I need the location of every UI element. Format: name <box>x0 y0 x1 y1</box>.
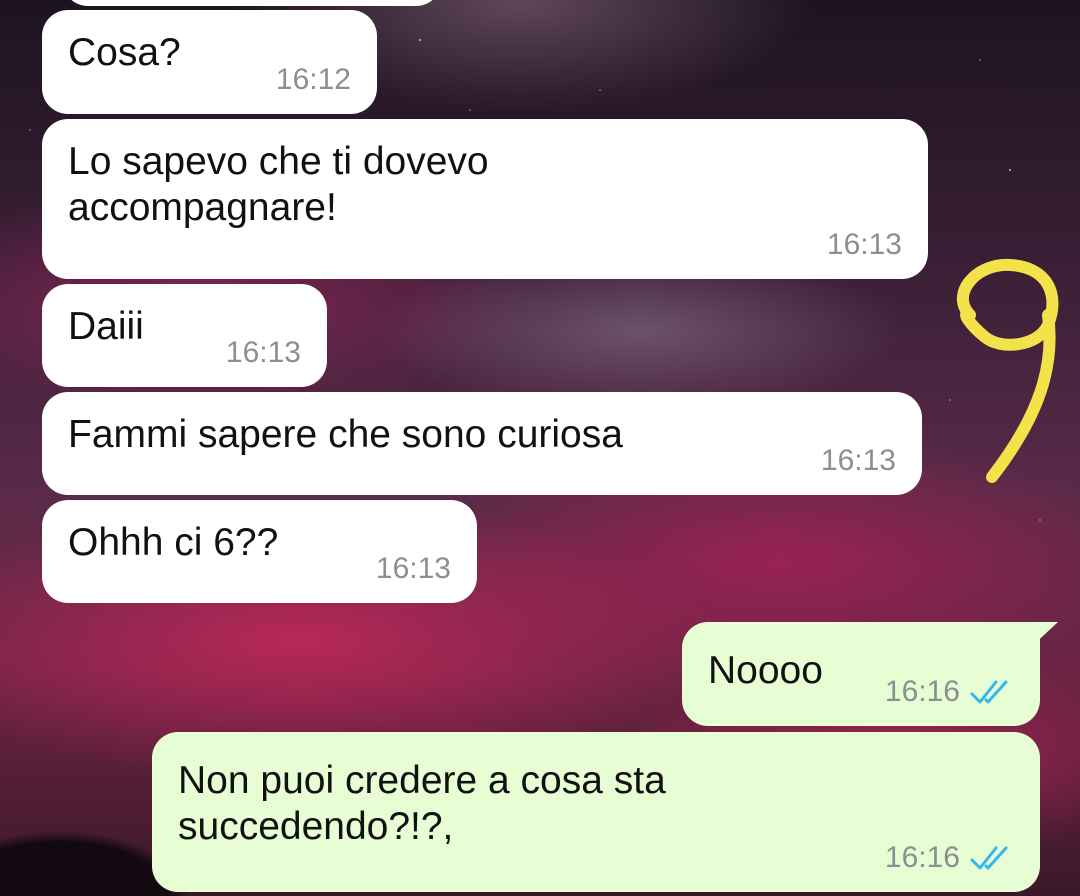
message-bubble-incoming[interactable]: Cosa? 16:12 <box>42 10 377 114</box>
message-time: 16:16 <box>884 841 960 874</box>
message-time: 16:13 <box>225 336 301 369</box>
read-double-check-icon <box>970 846 1008 870</box>
message-bubble-incoming[interactable]: Lo sapevo che ti dovevo accompagnare! 16… <box>42 119 928 279</box>
bubble-tail <box>1028 622 1058 650</box>
hand-drawn-nine-icon <box>956 258 1059 483</box>
message-time: 16:13 <box>375 552 451 585</box>
message-bubble-incoming[interactable]: Fammi sapere che sono curiosa 16:13 <box>42 392 922 495</box>
message-bubble-incoming[interactable]: Ohhh ci 6?? 16:13 <box>42 500 477 603</box>
message-bubble-outgoing[interactable]: Noooo 16:16 <box>682 622 1058 726</box>
previous-message-bubble-edge <box>62 0 442 6</box>
message-time: 16:12 <box>275 63 351 96</box>
message-bubble-incoming[interactable]: Daiii 16:13 <box>42 284 327 387</box>
message-time: 16:16 <box>884 675 960 708</box>
message-text: Non puoi credere a cosa sta succedendo?!… <box>178 759 666 848</box>
message-time: 16:13 <box>820 444 896 477</box>
message-list[interactable]: Cosa? 16:12 Lo sapevo che ti dovevo acco… <box>0 0 1080 896</box>
message-text: Lo sapevo che ti dovevo accompagnare! <box>68 140 489 229</box>
message-time: 16:13 <box>826 228 902 261</box>
message-bubble-outgoing[interactable]: Non puoi credere a cosa sta succedendo?!… <box>152 732 1040 892</box>
message-text: Fammi sapere che sono curiosa <box>68 413 623 456</box>
read-double-check-icon <box>970 680 1008 704</box>
